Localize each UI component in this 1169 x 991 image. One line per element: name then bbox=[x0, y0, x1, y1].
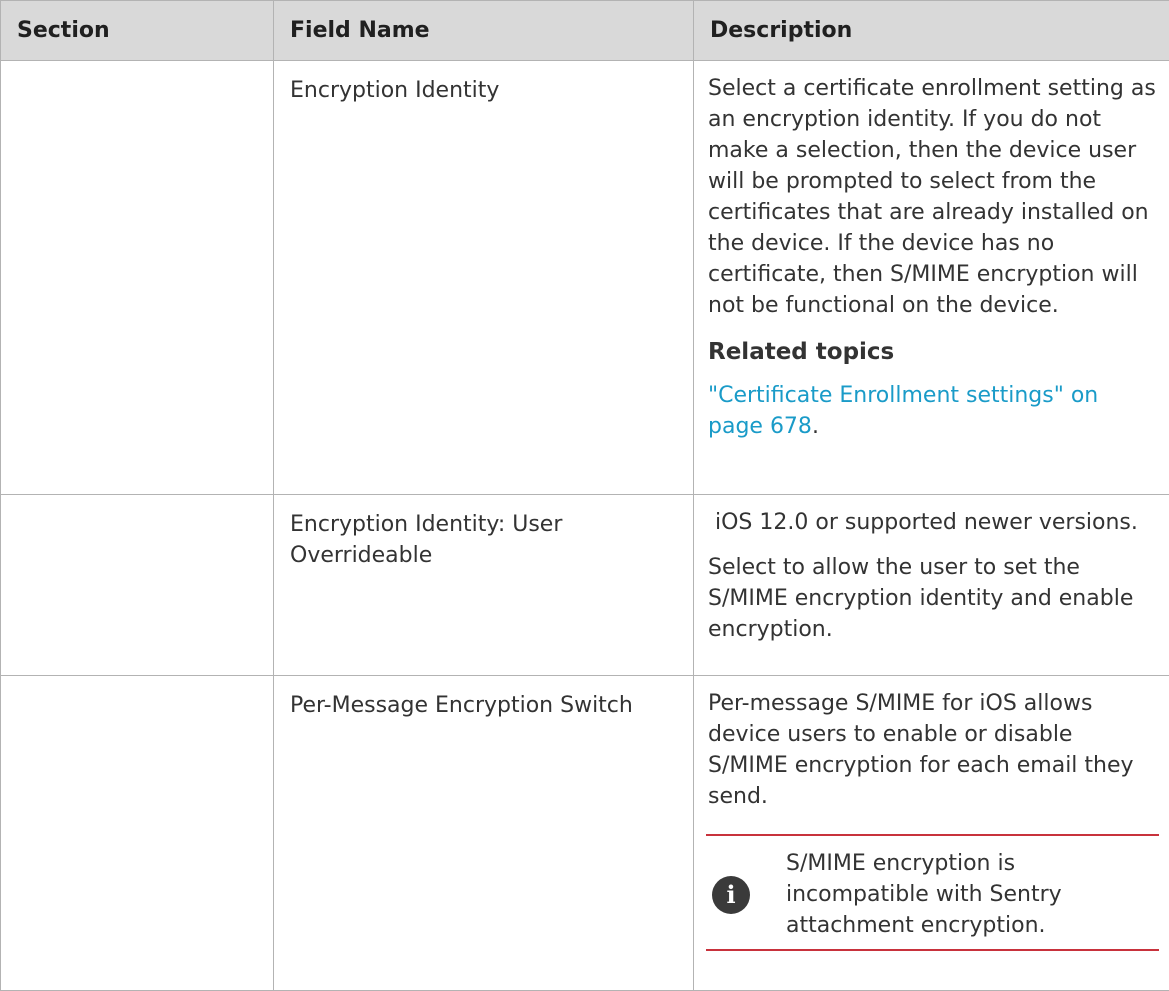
version-note: iOS 12.0 or supported newer versions. bbox=[708, 510, 1138, 535]
field-name-cell: Per-Message Encryption Switch bbox=[273, 675, 694, 991]
section-cell bbox=[0, 60, 274, 495]
table-row: Encryption Identity: User Overrideable i… bbox=[0, 494, 1169, 676]
column-header-field-name: Field Name bbox=[273, 0, 694, 61]
description-text: Select to allow the user to set the S/MI… bbox=[708, 555, 1134, 642]
field-name-cell: Encryption Identity: User Overrideable bbox=[273, 494, 694, 676]
info-icon: i bbox=[712, 875, 750, 914]
certificate-enrollment-link[interactable]: "Certificate Enrollment settings" on pag… bbox=[708, 383, 1098, 439]
table-header-row: Section Field Name Description bbox=[0, 0, 1169, 61]
related-topics-heading: Related topics bbox=[708, 339, 895, 365]
related-link-paragraph: "Certificate Enrollment settings" on pag… bbox=[708, 380, 1159, 442]
note-callout: i S/MIME encryption is incompatible with… bbox=[706, 834, 1159, 951]
description-cell: iOS 12.0 or supported newer versions. Se… bbox=[693, 494, 1169, 676]
description-text: Per-message S/MIME for iOS allows device… bbox=[708, 691, 1134, 809]
column-header-section: Section bbox=[0, 0, 274, 61]
section-cell bbox=[0, 675, 274, 991]
link-period: . bbox=[811, 414, 819, 439]
settings-table: Section Field Name Description Encryptio… bbox=[0, 0, 1169, 991]
column-header-description: Description bbox=[693, 0, 1169, 61]
note-text: S/MIME encryption is incompatible with S… bbox=[786, 851, 1062, 938]
table-row: Per-Message Encryption Switch Per-messag… bbox=[0, 675, 1169, 991]
description-text: Select a certificate enrollment setting … bbox=[708, 76, 1156, 318]
description-cell: Select a certificate enrollment setting … bbox=[693, 60, 1169, 495]
section-cell bbox=[0, 494, 274, 676]
field-name-cell: Encryption Identity bbox=[273, 60, 694, 495]
description-cell: Per-message S/MIME for iOS allows device… bbox=[693, 675, 1169, 991]
table-row: Encryption Identity Select a certificate… bbox=[0, 60, 1169, 495]
